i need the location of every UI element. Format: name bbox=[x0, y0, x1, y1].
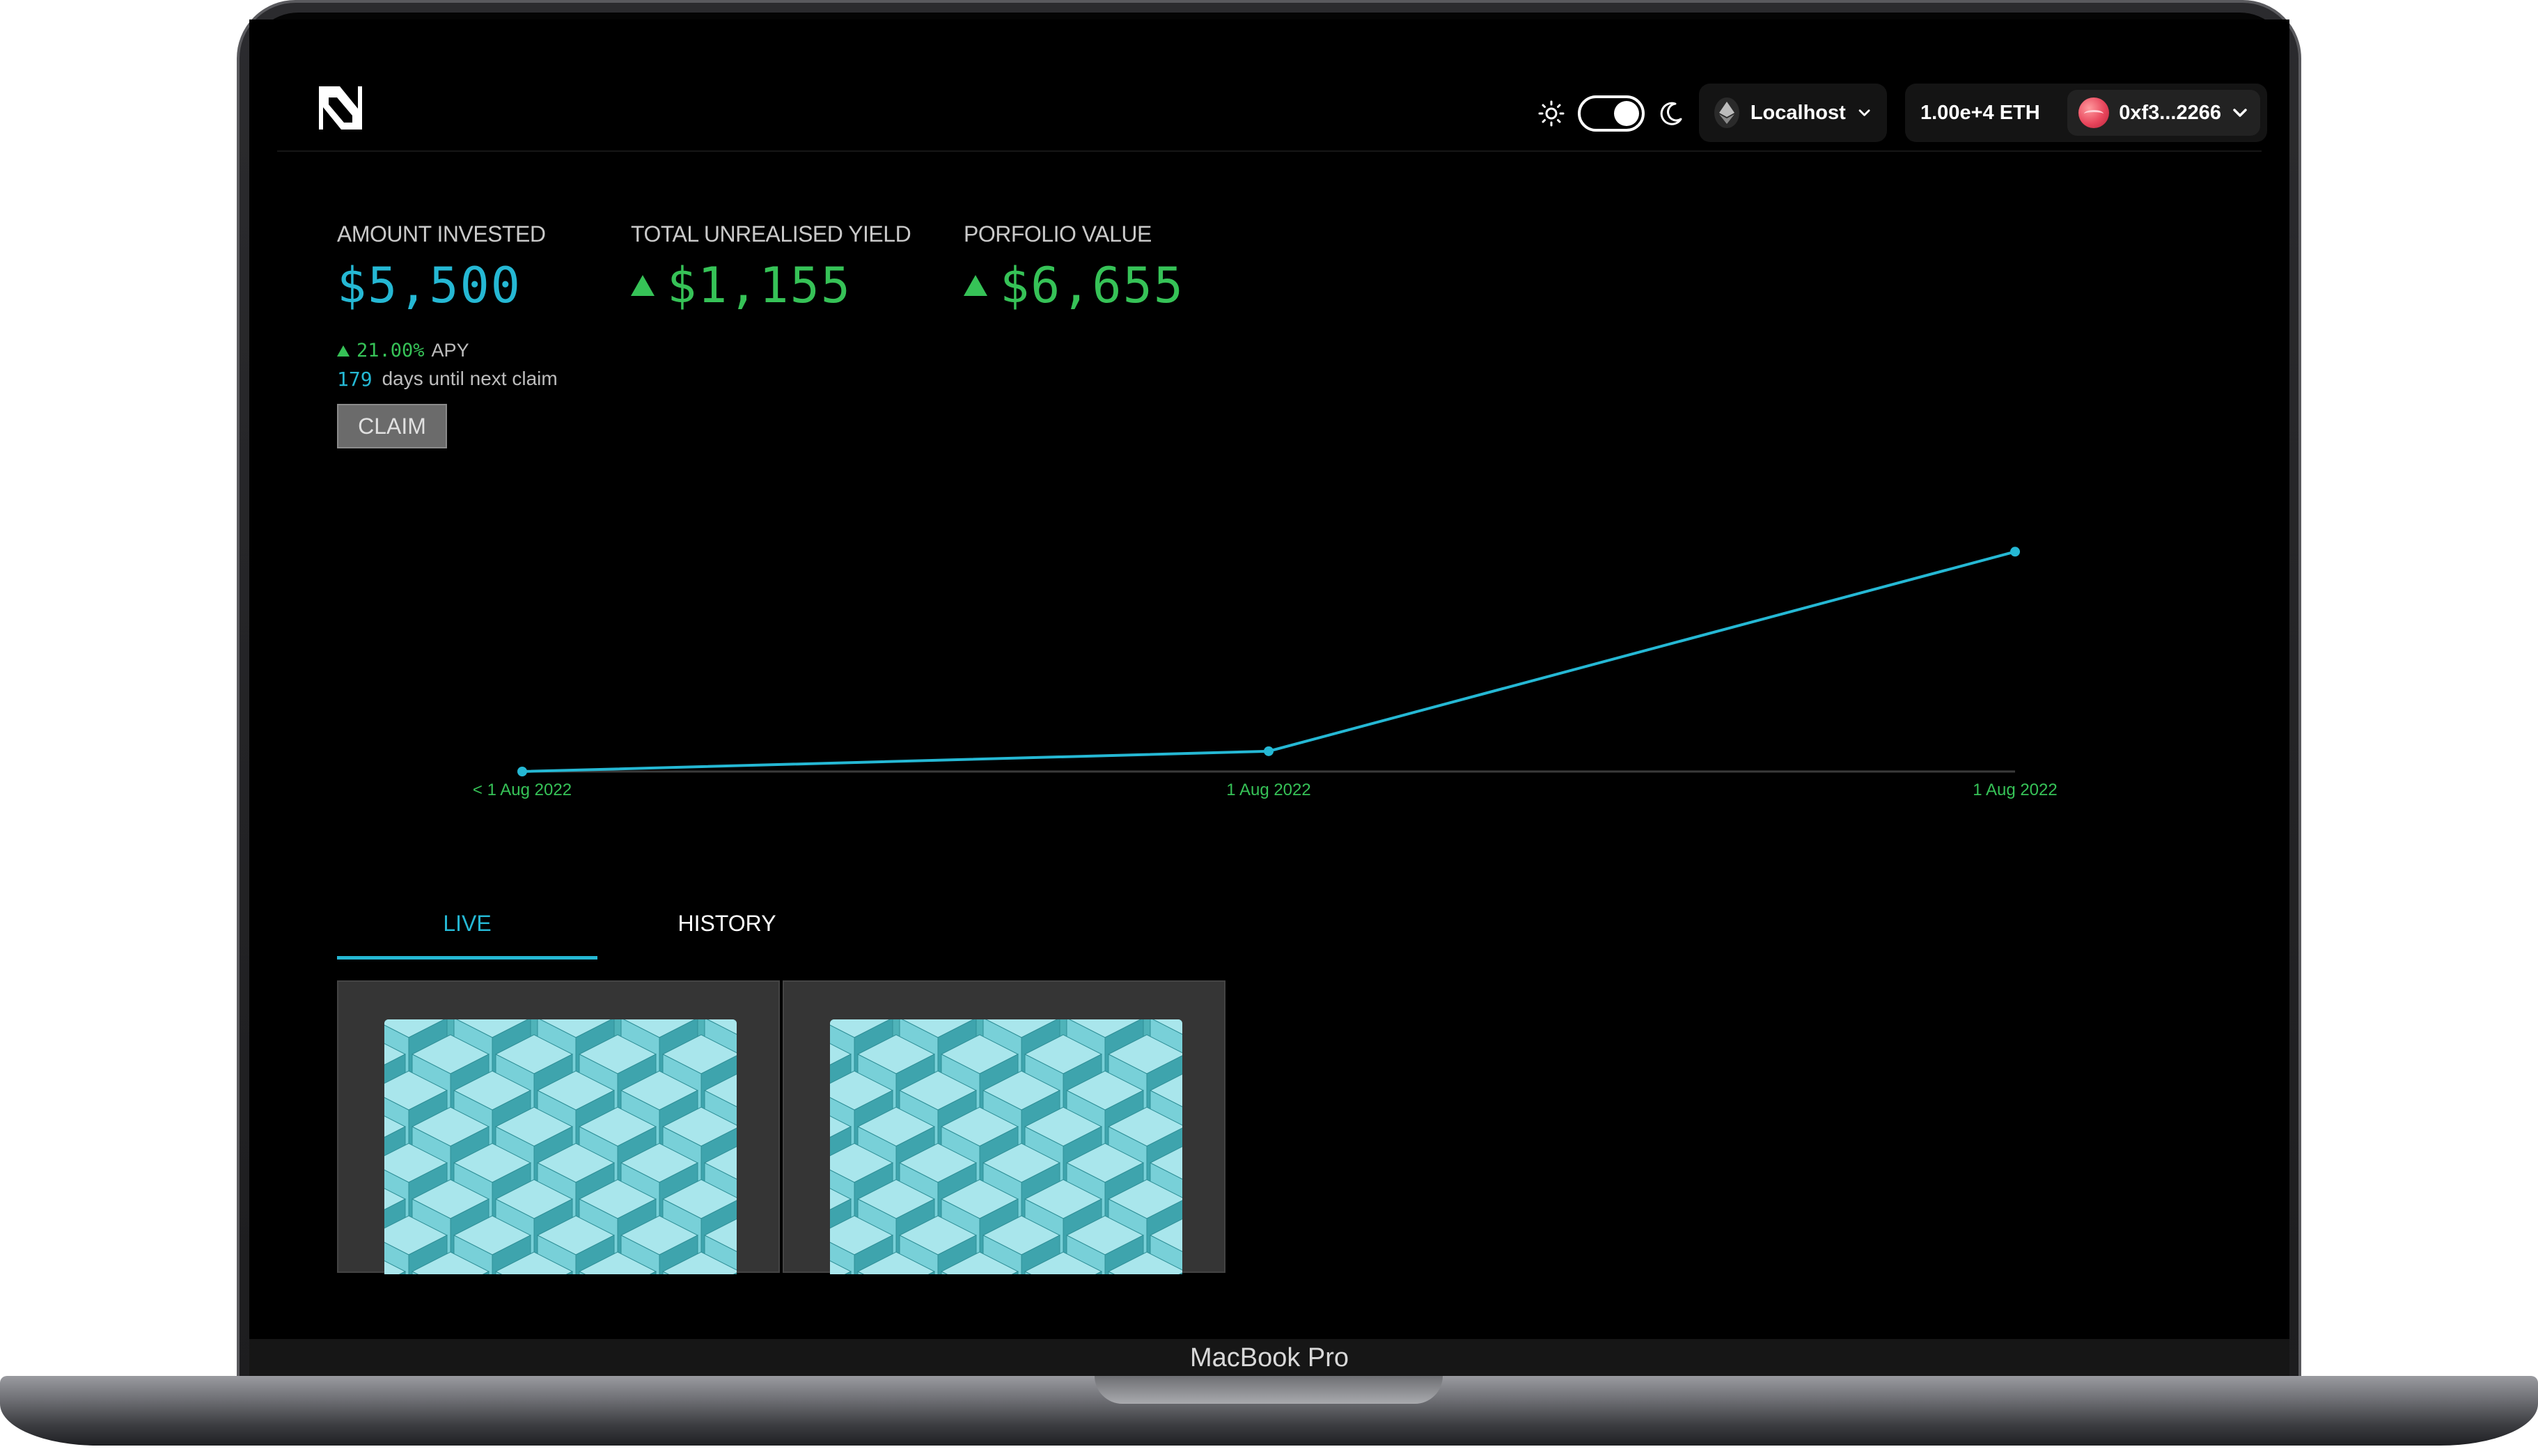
x-tick-label: 1 Aug 2022 bbox=[1973, 781, 2057, 799]
network-name: Localhost bbox=[1750, 101, 1846, 124]
card-image bbox=[830, 1019, 1182, 1274]
x-tick-label: < 1 Aug 2022 bbox=[473, 781, 572, 799]
portfolio-value-value: $6,655 bbox=[964, 257, 1184, 314]
claim-button[interactable]: CLAIM bbox=[337, 404, 447, 448]
tab-live[interactable]: LIVE bbox=[337, 911, 597, 960]
apy-label: APY bbox=[431, 340, 469, 361]
chevron-down-icon bbox=[2233, 109, 2247, 117]
chevron-down-icon bbox=[1858, 109, 1870, 116]
triangle-up-icon bbox=[631, 275, 655, 296]
tab-bar: LIVE HISTORY bbox=[337, 890, 856, 960]
unrealised-yield-number: $1,155 bbox=[667, 257, 852, 314]
amount-invested-number: $5,500 bbox=[337, 257, 522, 314]
data-point[interactable] bbox=[2010, 547, 2020, 557]
portfolio-value-stat: PORFOLIO VALUE $6,655 bbox=[964, 221, 1184, 314]
investment-cards bbox=[337, 980, 1225, 1274]
portfolio-value-number: $6,655 bbox=[1000, 257, 1184, 314]
amount-invested-value: $5,500 bbox=[337, 257, 546, 314]
wallet-address: 0xf3...2266 bbox=[2119, 101, 2221, 124]
investment-card[interactable] bbox=[337, 980, 780, 1274]
card-image bbox=[384, 1019, 737, 1274]
account-widget: 1.00e+4 ETH 0xf3...2266 bbox=[1905, 84, 2267, 142]
amount-invested-stat: AMOUNT INVESTED $5,500 bbox=[337, 221, 546, 314]
account-avatar bbox=[2078, 97, 2110, 128]
triangle-up-icon bbox=[964, 275, 987, 296]
theme-switcher bbox=[1537, 95, 1685, 132]
ethereum-icon bbox=[1714, 97, 1739, 128]
moon-icon bbox=[1660, 102, 1682, 125]
laptop-chin: MacBook Pro bbox=[249, 1339, 2289, 1377]
sun-icon bbox=[1538, 100, 1565, 127]
theme-toggle[interactable] bbox=[1578, 95, 1645, 132]
laptop-notch bbox=[1095, 1376, 1443, 1404]
cubes-artwork bbox=[384, 1019, 737, 1274]
app-screen: Localhost 1.00e+4 ETH 0xf3...2266 AMOUNT… bbox=[249, 19, 2289, 1339]
x-tick-label: 1 Aug 2022 bbox=[1226, 781, 1310, 799]
amount-invested-block: AMOUNT INVESTED $5,500 21.00% APY 179 da… bbox=[337, 19, 616, 465]
unrealised-yield-stat: TOTAL UNREALISED YIELD $1,155 bbox=[631, 221, 911, 314]
device-label: MacBook Pro bbox=[1189, 1343, 1349, 1372]
network-selector[interactable]: Localhost bbox=[1699, 84, 1887, 142]
eth-balance: 1.00e+4 ETH bbox=[1920, 101, 2040, 124]
amount-invested-label: AMOUNT INVESTED bbox=[337, 221, 546, 246]
account-selector[interactable]: 0xf3...2266 bbox=[2067, 90, 2260, 136]
data-point[interactable] bbox=[517, 767, 527, 776]
toggle-knob bbox=[1614, 101, 1639, 126]
investment-card[interactable] bbox=[783, 980, 1225, 1274]
apy-row: 21.00% APY bbox=[337, 340, 469, 361]
apy-value: 21.00% bbox=[357, 340, 425, 361]
unrealised-yield-label: TOTAL UNREALISED YIELD bbox=[631, 221, 911, 246]
next-claim-row: 179 days until next claim bbox=[337, 368, 558, 391]
days-label: days until next claim bbox=[382, 368, 558, 389]
tab-history[interactable]: HISTORY bbox=[597, 911, 856, 960]
triangle-up-icon bbox=[337, 345, 350, 357]
cubes-artwork bbox=[830, 1019, 1182, 1274]
unrealised-yield-value: $1,155 bbox=[631, 257, 911, 314]
data-point[interactable] bbox=[1264, 746, 1274, 756]
portfolio-value-label: PORFOLIO VALUE bbox=[964, 221, 1152, 246]
series-line bbox=[522, 550, 2016, 773]
days-count: 179 bbox=[337, 368, 373, 391]
